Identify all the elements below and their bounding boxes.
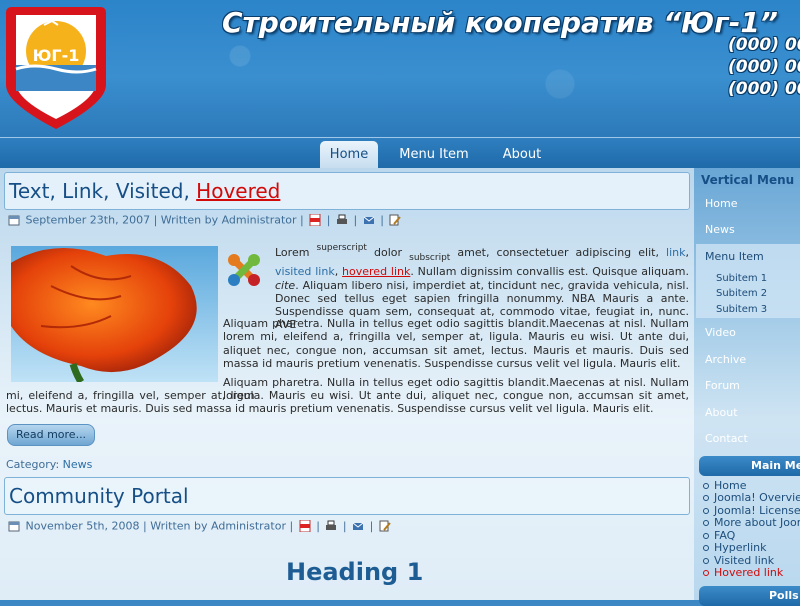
text: dolor — [366, 246, 410, 259]
article-title-community-portal[interactable]: Community Portal — [9, 484, 189, 508]
main-menu-item[interactable]: More about Joomla — [703, 516, 800, 529]
main-menu-header: Main Menu — [699, 456, 800, 476]
article-paragraph-3-rest: mi, eleifend a, fringilla vel, semper at… — [6, 389, 689, 416]
logo[interactable]: ЮГ-1 — [4, 3, 108, 133]
separator: | — [369, 519, 374, 533]
subscript-text: subscript — [409, 253, 451, 263]
site-title: Строительный кооператив “Юг-1” — [222, 6, 778, 39]
text: , — [334, 265, 343, 279]
bullet-icon — [703, 508, 709, 514]
vertical-menu-item-news[interactable]: News — [705, 223, 735, 236]
main-menu-item[interactable]: Hyperlink — [703, 541, 767, 554]
category-label: Category: — [6, 458, 60, 471]
article-date-author: November 5th, 2008 | Written by Administ… — [25, 519, 294, 533]
bullet-icon — [703, 545, 709, 551]
article-meta: November 5th, 2008 | Written by Administ… — [6, 519, 393, 533]
separator: | — [342, 519, 347, 533]
vertical-submenu-item-1[interactable]: Subitem 1 — [716, 273, 767, 284]
vertical-menu-item-menu-item[interactable]: Menu Item — [705, 250, 764, 263]
vertical-menu-title: Vertical Menu — [701, 173, 795, 187]
article-category: Category: News — [6, 458, 92, 471]
calendar-icon — [8, 215, 20, 226]
sidebar: Vertical Menu Home News Menu Item Subite… — [696, 168, 800, 606]
bullet-icon — [703, 520, 709, 526]
top-navigation: Home Menu Item About — [0, 137, 800, 168]
pdf-icon[interactable] — [309, 214, 321, 226]
edit-icon[interactable] — [379, 520, 391, 532]
article-title-box: Community Portal — [4, 477, 690, 515]
bullet-icon — [703, 483, 709, 489]
site-header: ЮГ-1 Строительный кооператив “Юг-1” (000… — [0, 0, 800, 140]
heading-1: Heading 1 — [286, 558, 424, 586]
logo-text: ЮГ-1 — [33, 46, 80, 65]
calendar-icon — [8, 521, 20, 532]
separator: | — [380, 213, 384, 227]
vertical-menu-item-about[interactable]: About — [705, 406, 738, 419]
separator: | — [316, 519, 320, 533]
tab-about[interactable]: About — [494, 141, 550, 168]
poppy-image — [11, 246, 218, 382]
article-date-author: September 23th, 2007 | Written by Admini… — [25, 213, 304, 227]
phone-line: (000) 000 — [728, 79, 800, 99]
main-menu-title: Main Menu — [751, 459, 800, 472]
text: , — [685, 246, 690, 259]
polls-header: Polls — [699, 586, 800, 606]
article-title-box: Text, Link, Visited, Hovered — [4, 172, 690, 210]
visited-link[interactable]: visited link — [275, 265, 335, 278]
text: Lorem — [275, 246, 317, 259]
bullet-icon — [703, 570, 709, 576]
bullet-icon — [703, 495, 709, 501]
main-menu-item-label: Hovered link — [714, 566, 784, 579]
article-title-hovered[interactable]: Hovered — [196, 179, 280, 203]
main-menu-item-label: Hyperlink — [714, 541, 767, 554]
print-icon[interactable] — [336, 214, 348, 226]
joomla-logo-icon — [228, 254, 260, 286]
phone-numbers: (000) 000 (000) 000 (000) 000 — [728, 34, 800, 100]
phone-line: (000) 000 — [728, 57, 800, 77]
vertical-submenu-item-3[interactable]: Subitem 3 — [716, 304, 767, 315]
tab-home[interactable]: Home — [320, 141, 378, 168]
pdf-icon[interactable] — [299, 520, 311, 532]
article-meta: September 23th, 2007 | Written by Admini… — [6, 213, 403, 227]
main-content: Text, Link, Visited, Hovered September 2… — [0, 168, 694, 600]
vertical-menu-item-home[interactable]: Home — [705, 197, 737, 210]
text: amet, consectetuer adipiscing elit, — [450, 246, 667, 259]
main-menu-item-label: Joomla! Overview — [714, 491, 800, 504]
email-icon[interactable] — [352, 520, 364, 532]
superscript-text: superscript — [316, 243, 367, 253]
cite-text: cite — [275, 278, 296, 292]
vertical-submenu-item-2[interactable]: Subitem 2 — [716, 288, 767, 299]
bullet-icon — [703, 533, 709, 539]
vertical-menu-item-video[interactable]: Video — [705, 326, 736, 339]
article-paragraph-2: Aliquam pharetra. Nulla in tellus eget o… — [223, 317, 689, 370]
hovered-link[interactable]: hovered link — [342, 265, 410, 278]
phone-line: (000) 000 — [728, 35, 800, 55]
tab-menu-item[interactable]: Menu Item — [394, 141, 474, 168]
print-icon[interactable] — [325, 520, 337, 532]
text-link[interactable]: link — [666, 246, 685, 259]
category-link[interactable]: News — [63, 458, 93, 471]
main-menu-item[interactable]: Hovered link — [703, 566, 783, 579]
read-more-button[interactable]: Read more... — [7, 424, 95, 446]
bullet-icon — [703, 558, 709, 564]
polls-title: Polls — [769, 589, 799, 602]
separator: | — [353, 213, 358, 227]
email-icon[interactable] — [363, 214, 375, 226]
article-title[interactable]: Text, Link, Visited, Hovered — [9, 179, 280, 203]
main-menu-item[interactable]: Joomla! Overview — [703, 491, 800, 504]
vertical-menu-item-archive[interactable]: Archive — [705, 353, 746, 366]
main-menu-item-label: More about Joomla — [714, 516, 800, 529]
article-title-text: Text, Link, Visited, — [9, 179, 197, 203]
vertical-menu-item-contact[interactable]: Contact — [705, 432, 748, 445]
vertical-menu-item-forum[interactable]: Forum — [705, 379, 740, 392]
text: . Nullam dignissim convallis est. Quisqu… — [410, 265, 689, 279]
edit-icon[interactable] — [389, 214, 402, 226]
separator: | — [326, 213, 331, 227]
